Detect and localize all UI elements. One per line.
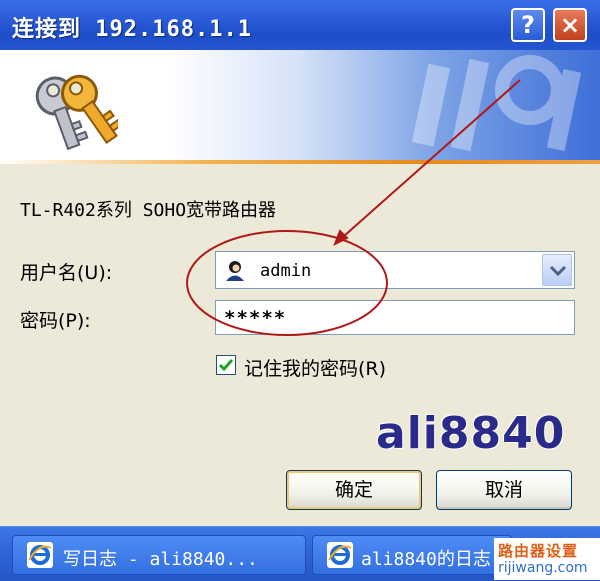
device-label: TL-R402系列 SOHO宽带路由器	[20, 200, 277, 221]
banner-divider	[0, 160, 600, 164]
ie-icon	[327, 542, 353, 568]
site-name: 路由器设置	[498, 542, 579, 560]
remember-checkbox[interactable]	[216, 355, 236, 375]
taskbar-item-label: 写日志 - ali8840...	[63, 549, 258, 570]
user-avatar-icon	[224, 259, 246, 281]
taskbar-item-blog-editor[interactable]: 写日志 - ali8840...	[12, 535, 306, 575]
help-icon: ?	[521, 11, 535, 39]
close-icon: ×	[559, 11, 581, 39]
taskbar-item-label: ali8840的日志	[361, 549, 491, 570]
taskbar-item-blog[interactable]: ali8840的日志	[312, 535, 512, 575]
title-bar: 连接到 192.168.1.1 ? ×	[0, 0, 600, 51]
password-field[interactable]: *****	[215, 300, 575, 335]
username-dropdown-button[interactable]	[542, 254, 572, 286]
checkmark-icon	[218, 359, 234, 372]
window-title: 连接到 192.168.1.1	[12, 17, 252, 42]
cancel-button[interactable]: 取消	[436, 470, 572, 510]
username-label: 用户名(U):	[20, 262, 113, 284]
username-value: admin	[260, 261, 312, 281]
remember-label: 记住我的密码(R)	[244, 358, 387, 380]
site-url: rijiwang.com	[498, 560, 588, 576]
help-button[interactable]: ?	[511, 8, 545, 42]
ie-icon	[27, 542, 53, 568]
close-button[interactable]: ×	[553, 8, 587, 42]
keys-icon	[35, 74, 118, 151]
banner-decoration	[411, 55, 582, 152]
username-combo[interactable]: admin	[215, 251, 575, 289]
dropdown-arrow-icon	[549, 265, 567, 277]
ok-button[interactable]: 确定	[286, 470, 422, 510]
watermark-text: ali8840	[376, 408, 566, 459]
password-value: *****	[224, 307, 287, 329]
annotation-arrow-head	[333, 229, 349, 247]
password-label: 密码(P):	[20, 310, 91, 332]
site-logo: 路由器设置 rijiwang.com	[494, 538, 600, 580]
